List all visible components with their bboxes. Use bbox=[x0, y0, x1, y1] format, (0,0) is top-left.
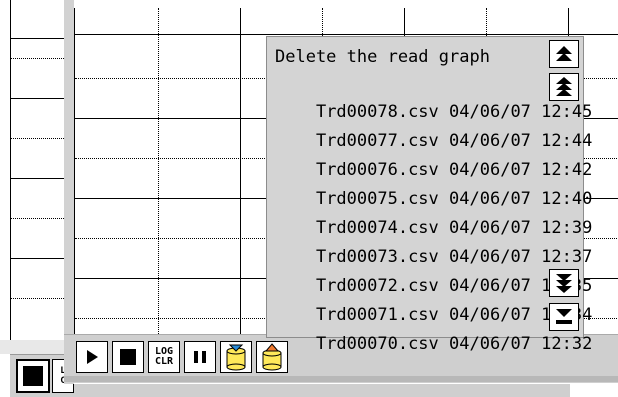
stop-icon bbox=[23, 366, 43, 386]
delete-read-graph-item[interactable]: Delete the read graph bbox=[275, 44, 490, 70]
file-name: Trd00070.csv bbox=[315, 334, 439, 354]
back-graph-axis bbox=[10, 0, 11, 340]
double-up-icon bbox=[556, 46, 572, 61]
file-list-popup: Delete the read graph Trd00078.csv 04/06… bbox=[266, 36, 592, 354]
stop-icon bbox=[120, 349, 136, 365]
back-grid-line bbox=[10, 178, 70, 179]
save-blue-arrow-icon bbox=[226, 344, 246, 371]
grid-line bbox=[240, 8, 241, 334]
log-clear-button[interactable]: LOG CLR bbox=[148, 341, 180, 373]
file-item[interactable]: Trd00073.csv 04/06/07 12:37 bbox=[275, 218, 592, 267]
back-grid-line bbox=[10, 218, 70, 219]
file-item[interactable]: Trd00074.csv 04/06/07 12:39 bbox=[275, 189, 592, 238]
back-grid-line bbox=[10, 58, 70, 59]
file-item[interactable]: Trd00076.csv 04/06/07 12:42 bbox=[275, 131, 592, 180]
play-button[interactable] bbox=[76, 341, 108, 373]
file-item[interactable]: Trd00075.csv 04/06/07 12:40 bbox=[275, 160, 592, 209]
back-grid-line bbox=[10, 298, 70, 299]
back-window-gutter bbox=[0, 340, 70, 354]
double-down-icon bbox=[556, 309, 572, 324]
double-down-icon bbox=[556, 274, 572, 293]
file-time: 12:32 bbox=[541, 334, 593, 354]
back-grid-line bbox=[10, 98, 70, 99]
log-clear-label: CLR bbox=[154, 356, 174, 367]
window-border bbox=[64, 0, 74, 384]
scroll-top-button[interactable] bbox=[549, 40, 579, 68]
page-down-button[interactable] bbox=[549, 269, 579, 297]
file-item[interactable]: Trd00071.csv 04/06/07 12:34 bbox=[275, 276, 592, 325]
play-icon bbox=[87, 350, 98, 364]
pause-button[interactable] bbox=[184, 341, 216, 373]
file-item[interactable]: Trd00078.csv 04/06/07 12:45 bbox=[275, 73, 592, 122]
page-up-button[interactable] bbox=[549, 73, 579, 101]
back-grid-line bbox=[10, 38, 70, 39]
file-item[interactable]: Trd00072.csv 04/06/07 12:35 bbox=[275, 247, 592, 296]
grid-line bbox=[158, 8, 159, 334]
back-grid-line bbox=[10, 138, 70, 139]
grid-line bbox=[75, 34, 618, 35]
window-border bbox=[64, 376, 618, 382]
pause-icon bbox=[194, 351, 206, 363]
back-stop-button[interactable] bbox=[16, 359, 50, 393]
scroll-bottom-button[interactable] bbox=[549, 303, 579, 331]
stop-button[interactable] bbox=[112, 341, 144, 373]
double-up-icon bbox=[556, 77, 572, 96]
back-grid-line bbox=[10, 258, 70, 259]
file-item[interactable]: Trd00077.csv 04/06/07 12:44 bbox=[275, 102, 592, 151]
file-item[interactable]: Trd00070.csv 04/06/07 12:32 bbox=[275, 305, 592, 354]
back-graph-window bbox=[0, 0, 74, 396]
save-graph-button[interactable] bbox=[220, 341, 252, 373]
file-date: 04/06/07 bbox=[449, 334, 531, 354]
